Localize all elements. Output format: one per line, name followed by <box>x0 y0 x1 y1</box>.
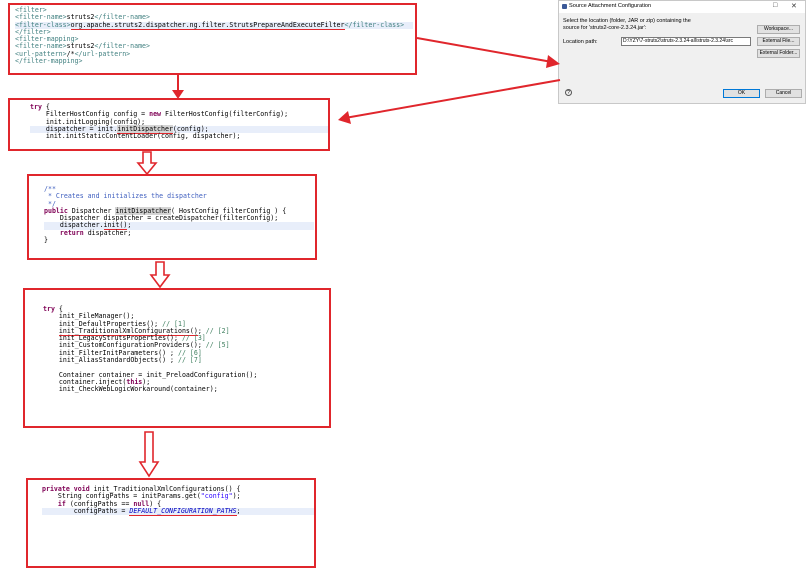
hollow-arrow <box>138 431 160 478</box>
arrow-head <box>338 111 351 124</box>
arrow-line <box>344 79 561 119</box>
arrow-head <box>546 55 560 68</box>
arrow-head <box>172 90 184 99</box>
flow-arrows <box>136 37 561 478</box>
arrow-line <box>416 37 553 63</box>
hollow-arrow <box>149 261 171 289</box>
hollow-arrow <box>136 151 158 176</box>
